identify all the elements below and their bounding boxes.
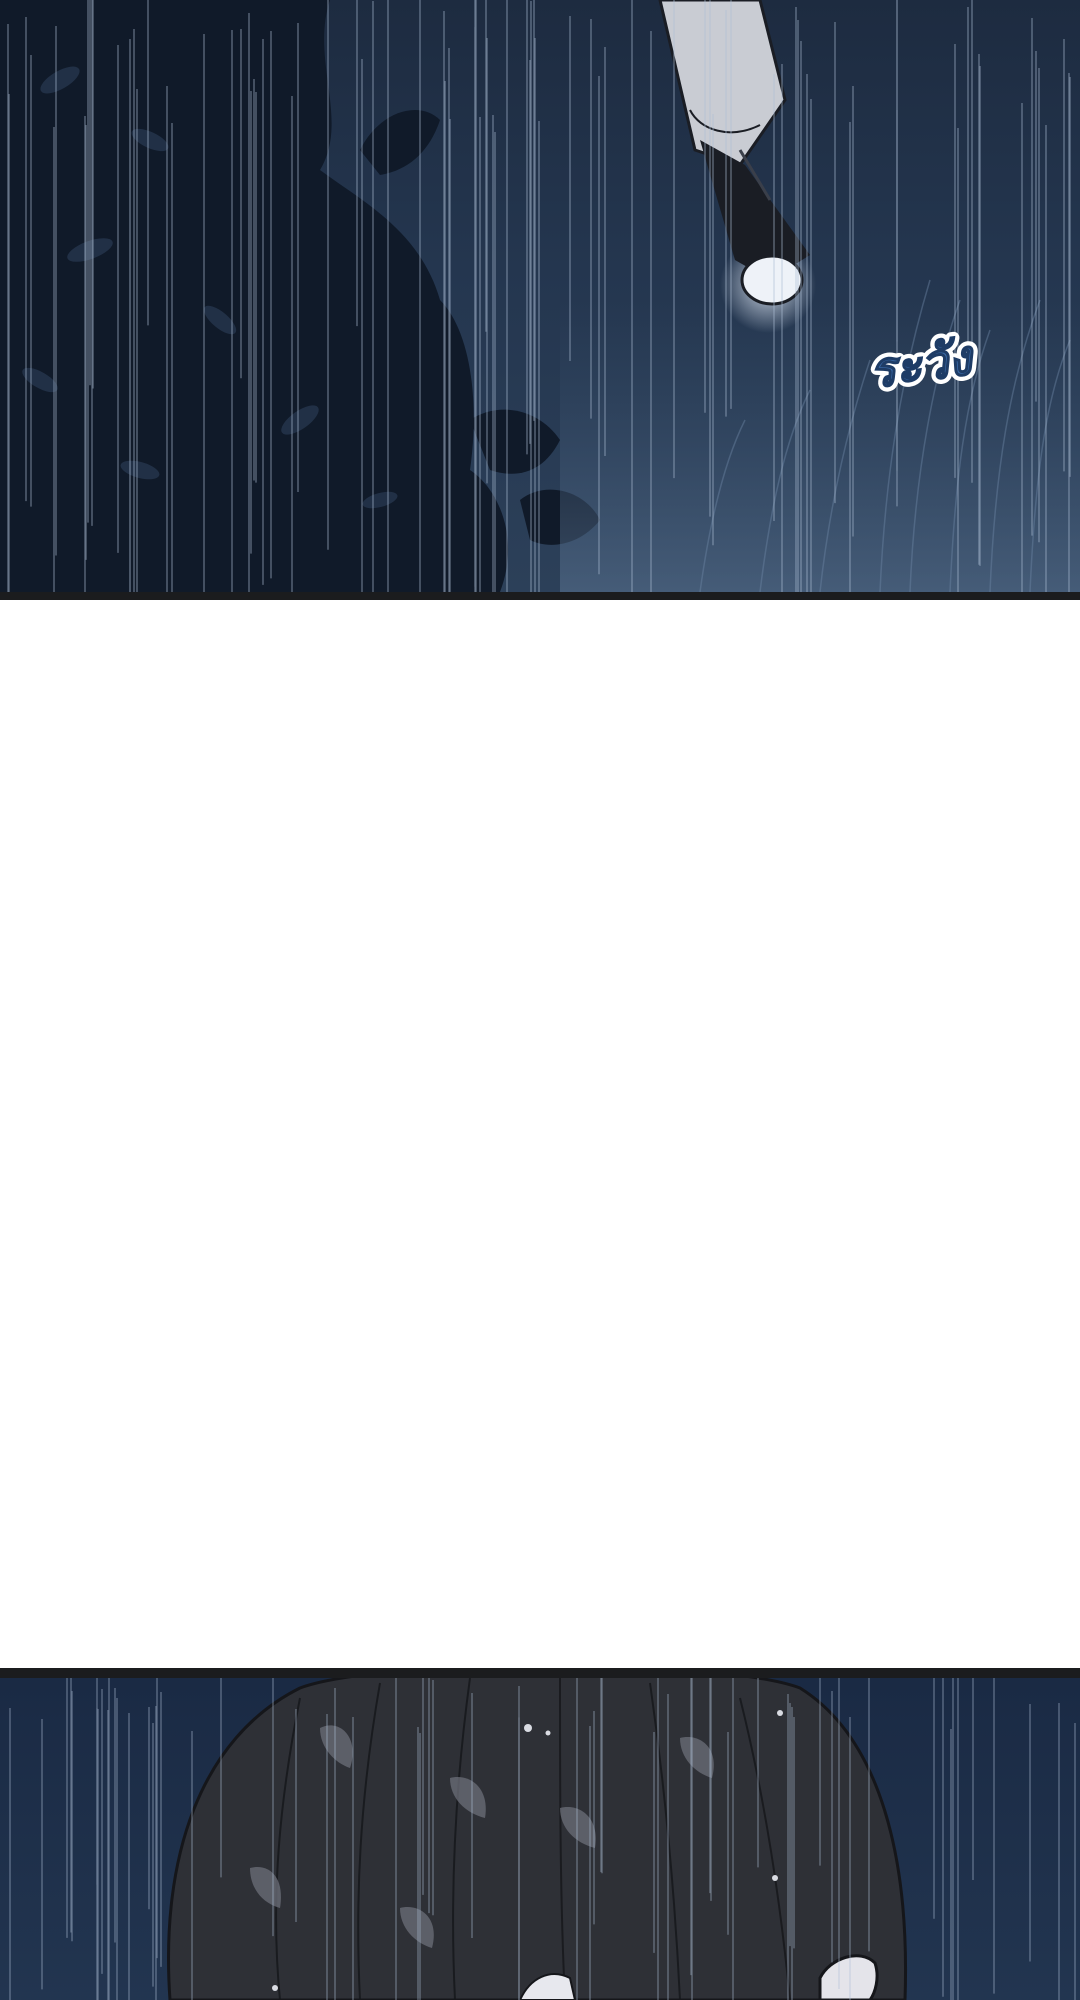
arm-holding-flashlight bbox=[658, 0, 810, 306]
character-head-illustration bbox=[9, 1678, 1076, 2000]
panel-border bbox=[0, 1668, 1080, 1678]
flashlight-lens bbox=[740, 254, 804, 306]
character-hair bbox=[167, 1678, 907, 2000]
grass-field bbox=[560, 300, 1080, 592]
blank-gutter bbox=[0, 600, 1080, 1668]
sleeve bbox=[658, 0, 787, 167]
rainy-night-illustration: ระวัง ระวัง bbox=[0, 0, 1080, 592]
panel-rainy-night-flashlight: ระวัง ระวัง bbox=[0, 0, 1080, 592]
comic-page: ระวัง ระวัง bbox=[0, 0, 1080, 2000]
panel-character-head-rain bbox=[0, 1678, 1080, 2000]
